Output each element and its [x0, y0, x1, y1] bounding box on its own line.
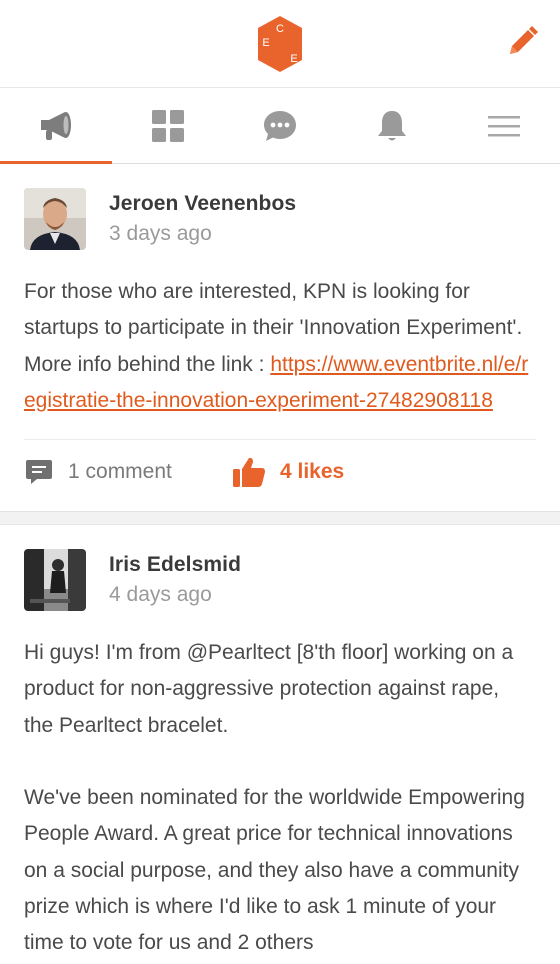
avatar[interactable]: [24, 549, 86, 612]
bell-icon: [378, 110, 406, 140]
post-author[interactable]: Jeroen Veenenbos: [109, 192, 296, 216]
post-header: Jeroen Veenenbos 3 days ago: [24, 188, 536, 250]
post-body: Hi guys! I'm from @Pearltect [8'th floor…: [24, 635, 536, 961]
svg-text:C: C: [276, 23, 284, 35]
tab-dashboard[interactable]: [112, 88, 224, 163]
svg-text:E: E: [262, 37, 269, 49]
post-author[interactable]: Iris Edelsmid: [109, 553, 241, 577]
thumbs-up-icon: [233, 457, 265, 487]
tab-messages[interactable]: [224, 88, 336, 163]
svg-text:E: E: [290, 53, 297, 65]
chat-bubble-icon: [264, 110, 296, 141]
post-actions: 1 comment 4 likes: [24, 439, 536, 503]
post-separator: [0, 511, 560, 526]
tab-announcements[interactable]: [0, 88, 112, 164]
avatar[interactable]: [24, 188, 86, 250]
comments-button[interactable]: 1 comment: [24, 457, 232, 487]
cee-logo-icon[interactable]: C E E: [256, 14, 304, 74]
hamburger-menu-icon: [488, 115, 520, 136]
comments-count: 1 comment: [68, 459, 172, 483]
post-body: For those who are interested, KPN is loo…: [24, 274, 536, 419]
tab-menu[interactable]: [448, 88, 560, 163]
feed: Jeroen Veenenbos 3 days ago For those wh…: [0, 164, 560, 964]
likes-button[interactable]: 4 likes: [232, 455, 344, 489]
megaphone-icon: [41, 111, 71, 140]
post-timestamp: 4 days ago: [109, 583, 212, 607]
pencil-icon[interactable]: [504, 24, 540, 60]
post-header: Iris Edelsmid 4 days ago: [24, 549, 536, 612]
post-paragraph: We've been nominated for the worldwide E…: [24, 786, 525, 955]
post-paragraph: Hi guys! I'm from @Pearltect [8'th floor…: [24, 641, 514, 737]
tab-bar: [0, 88, 560, 164]
tab-notifications[interactable]: [336, 88, 448, 163]
post-card: Iris Edelsmid 4 days ago Hi guys! I'm fr…: [0, 525, 560, 962]
app-header: C E E: [0, 0, 560, 88]
likes-count: 4 likes: [280, 459, 345, 483]
comment-icon: [26, 459, 52, 484]
grid-icon: [152, 109, 184, 142]
post-card: Jeroen Veenenbos 3 days ago For those wh…: [0, 164, 560, 504]
post-timestamp: 3 days ago: [109, 222, 212, 245]
